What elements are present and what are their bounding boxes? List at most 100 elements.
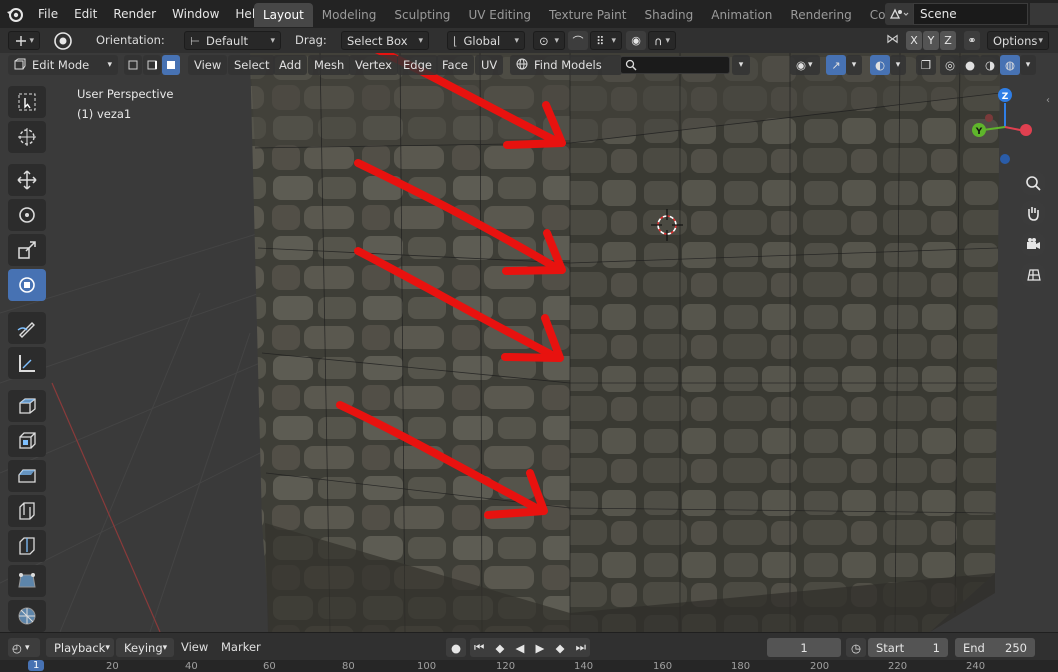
timeline-view-menu[interactable]: View [181, 640, 208, 654]
select-box-tool[interactable] [8, 86, 46, 118]
shading-wireframe-button[interactable]: ◎ [940, 55, 960, 75]
menu-uv[interactable]: UV [475, 55, 504, 75]
drag-dropdown[interactable]: Select Box ▾ [341, 31, 429, 50]
shading-material-button[interactable]: ◑ [980, 55, 1000, 75]
timeline-ruler[interactable]: 1 20 40 60 80 100 120 140 160 180 200 22… [0, 660, 1058, 672]
visibility-dropdown[interactable]: ◉ ▾ [790, 55, 820, 75]
ruler-mark: 40 [185, 661, 198, 672]
chevron-down-icon: ▾ [738, 60, 744, 70]
mode-dropdown[interactable]: Edit Mode ▾ [8, 55, 118, 75]
vertex-select-mode-button[interactable] [124, 55, 142, 75]
gizmo-dropdown[interactable]: ▾ [846, 55, 862, 75]
overlay-dropdown[interactable]: ▾ [890, 55, 906, 75]
tab-layout[interactable]: Layout [254, 3, 313, 27]
tab-shading[interactable]: Shading [635, 3, 702, 27]
jump-end-icon[interactable]: ⏭ [576, 640, 586, 655]
mirror-z-toggle[interactable]: Z [940, 31, 956, 50]
playback-menu[interactable]: Playback ▾ [46, 638, 114, 657]
face-select-mode-button[interactable] [162, 55, 180, 75]
pan-hand-icon[interactable] [1020, 200, 1046, 226]
sidebar-toggle-icon[interactable]: ‹ [1046, 95, 1050, 106]
knife-tool[interactable] [8, 565, 46, 597]
xray-toggle[interactable]: ❐ [916, 55, 936, 75]
mirror-x-toggle[interactable]: X [906, 31, 922, 50]
menu-vertex[interactable]: Vertex [349, 55, 398, 75]
menu-window[interactable]: Window [164, 0, 227, 28]
overlay-toggle[interactable]: ◐ [870, 55, 890, 75]
3d-viewport[interactable]: Z Y User Perspective (1) veza1 ‹ [0, 53, 1058, 632]
menu-mesh[interactable]: Mesh [308, 55, 351, 75]
scene-new-button[interactable] [1030, 3, 1058, 25]
play-icon[interactable]: ▶ [536, 641, 545, 655]
tab-modeling[interactable]: Modeling [313, 3, 386, 27]
tab-texture-paint[interactable]: Texture Paint [540, 3, 635, 27]
annotate-tool[interactable] [8, 312, 46, 344]
bevel-tool[interactable] [8, 495, 46, 527]
pivot-point-dropdown[interactable]: ⊙ ▾ [533, 31, 565, 50]
menu-view[interactable]: View [188, 55, 228, 75]
falloff-dropdown[interactable]: ∩ ▾ [648, 31, 676, 50]
edge-select-mode-button[interactable] [143, 55, 161, 75]
menu-render[interactable]: Render [105, 0, 164, 28]
end-frame-field[interactable]: End 250 [955, 638, 1035, 657]
menu-add[interactable]: Add [273, 55, 308, 75]
add-cube-tool[interactable] [8, 390, 46, 422]
spin-tool[interactable] [8, 600, 46, 632]
ortho-grid-icon[interactable] [1020, 262, 1046, 288]
tab-animation[interactable]: Animation [702, 3, 781, 27]
snap-target-dropdown[interactable]: ⠿ ▾ [590, 31, 622, 50]
current-frame-marker[interactable]: 1 [28, 660, 45, 671]
menu-file[interactable]: File [30, 0, 66, 28]
tab-uv-editing[interactable]: UV Editing [459, 3, 540, 27]
loop-cut-icon [19, 537, 35, 555]
zoom-icon[interactable] [1020, 170, 1046, 196]
inset-tool[interactable] [8, 460, 46, 492]
mirror-y-toggle[interactable]: Y [923, 31, 939, 50]
rotate-tool[interactable] [8, 199, 46, 231]
shading-dropdown[interactable]: ▾ [1020, 55, 1036, 75]
stopwatch-icon[interactable]: ◷ [846, 638, 866, 657]
camera-view-icon[interactable] [1020, 231, 1046, 257]
editor-type-dropdown[interactable]: ◴ ▾ [8, 638, 40, 657]
search-options-button[interactable]: ▾ [732, 55, 750, 75]
start-frame-field[interactable]: Start 1 [868, 638, 948, 657]
proportional-editing-icon[interactable]: ◉ [626, 31, 646, 50]
current-frame-field[interactable]: 1 [767, 638, 841, 657]
pivot-icon[interactable] [52, 30, 74, 52]
tab-sculpting[interactable]: Sculpting [385, 3, 459, 27]
menu-select[interactable]: Select [228, 55, 276, 75]
tool-select-mode-dropdown[interactable]: ▾ [8, 31, 40, 50]
measure-tool[interactable] [8, 347, 46, 379]
menu-face[interactable]: Face [436, 55, 475, 75]
model-search-input[interactable] [620, 56, 730, 74]
scene-icon[interactable] [885, 3, 913, 25]
cursor-tool[interactable] [8, 121, 46, 153]
transform-tool[interactable] [8, 269, 46, 301]
extrude-tool[interactable] [8, 425, 46, 457]
keying-menu[interactable]: Keying ▾ [116, 638, 174, 657]
timeline-marker-menu[interactable]: Marker [221, 640, 261, 654]
record-button[interactable]: ● [446, 638, 466, 657]
tab-rendering[interactable]: Rendering [781, 3, 860, 27]
scene-name-field[interactable]: Scene [913, 3, 1028, 25]
blender-logo-icon[interactable] [0, 0, 30, 28]
move-tool[interactable] [8, 164, 46, 196]
scale-tool[interactable] [8, 234, 46, 266]
jump-start-icon[interactable]: ⏮ [474, 640, 484, 655]
menu-edit[interactable]: Edit [66, 0, 105, 28]
shading-solid-button[interactable]: ● [960, 55, 980, 75]
find-models-button[interactable]: Find Models [510, 55, 622, 75]
cube-right-face [570, 53, 1000, 632]
play-reverse-icon[interactable]: ◀ [516, 641, 525, 655]
gizmo-toggle[interactable]: ↗ [826, 55, 846, 75]
transform-orientation-dropdown[interactable]: ⌊ Global ▾ [447, 31, 525, 50]
next-keyframe-icon[interactable]: ◆ [556, 641, 565, 655]
orientation-dropdown[interactable]: ⊢ Default ▾ [184, 31, 281, 50]
loop-cut-tool[interactable] [8, 530, 46, 562]
options-dropdown[interactable]: Options ▾ [987, 31, 1049, 50]
snap-icon[interactable]: ⌒ [568, 31, 588, 50]
shading-rendered-button[interactable]: ◍ [1000, 55, 1020, 75]
menu-edge[interactable]: Edge [397, 55, 438, 75]
auto-merge-icon[interactable]: ⚭ [964, 31, 980, 50]
prev-keyframe-icon[interactable]: ◆ [496, 641, 505, 655]
